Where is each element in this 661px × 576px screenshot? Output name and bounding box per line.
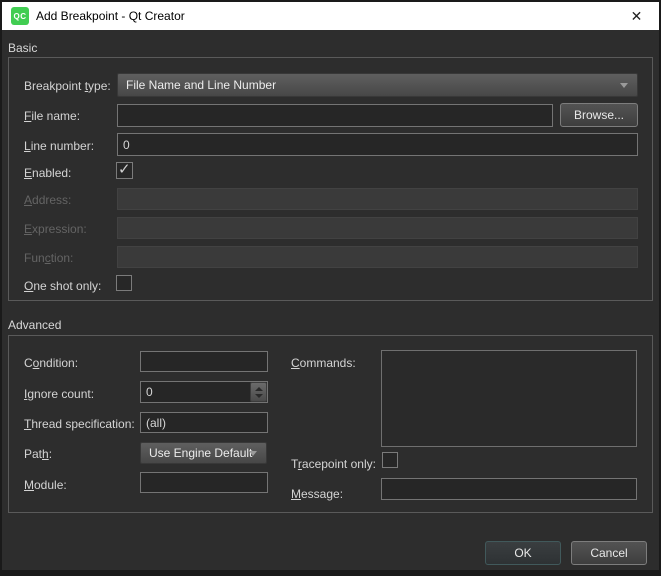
condition-input[interactable] (140, 351, 268, 372)
commands-label: Commands: (291, 356, 356, 370)
chevron-down-icon (620, 83, 628, 88)
ignore-count-input[interactable] (140, 381, 268, 403)
commands-textarea[interactable] (381, 350, 637, 447)
path-label: Path: (24, 447, 52, 461)
address-input (117, 188, 638, 210)
title-bar[interactable]: QC Add Breakpoint - Qt Creator ✕ (2, 2, 659, 30)
dialog-body: Basic Breakpoint type: File Name and Lin… (0, 30, 661, 576)
line-number-label: Line number: (24, 139, 94, 153)
breakpoint-type-label: Breakpoint type: (24, 79, 111, 93)
thread-specification-input[interactable] (140, 412, 268, 433)
tracepoint-only-label: Tracepoint only: (291, 457, 376, 471)
breakpoint-type-value: File Name and Line Number (126, 78, 276, 92)
module-input[interactable] (140, 472, 268, 493)
file-name-input[interactable] (117, 104, 553, 127)
module-label: Module: (24, 478, 67, 492)
file-name-label: File name: (24, 109, 80, 123)
one-shot-only-checkbox[interactable] (116, 275, 132, 291)
ignore-count-spinner[interactable] (250, 382, 267, 402)
cancel-button[interactable]: Cancel (571, 541, 647, 565)
thread-specification-label: Thread specification: (24, 417, 135, 431)
enabled-checkbox[interactable]: ✓ (116, 162, 133, 179)
browse-button[interactable]: Browse... (560, 103, 638, 127)
message-label: Message: (291, 487, 343, 501)
ok-button[interactable]: OK (485, 541, 561, 565)
tracepoint-only-checkbox[interactable] (382, 452, 398, 468)
line-number-input[interactable] (117, 133, 638, 156)
one-shot-only-label: One shot only: (24, 279, 101, 293)
expression-input (117, 217, 638, 239)
basic-group-label: Basic (8, 41, 37, 55)
expression-label: Expression: (24, 222, 87, 236)
close-icon[interactable]: ✕ (614, 2, 659, 30)
enabled-label: Enabled: (24, 166, 71, 180)
message-input[interactable] (381, 478, 637, 500)
check-icon: ✓ (118, 160, 131, 178)
advanced-group-label: Advanced (8, 318, 61, 332)
qt-creator-logo-icon: QC (11, 7, 29, 25)
chevron-down-icon (249, 451, 257, 456)
condition-label: Condition: (24, 356, 78, 370)
spin-up-icon[interactable] (255, 387, 263, 391)
spin-down-icon[interactable] (255, 394, 263, 398)
window-title: Add Breakpoint - Qt Creator (36, 9, 185, 23)
address-label: Address: (24, 193, 71, 207)
add-breakpoint-dialog: QC Add Breakpoint - Qt Creator ✕ Basic B… (0, 0, 661, 576)
ignore-count-label: Ignore count: (24, 387, 94, 401)
function-label: Function: (24, 251, 73, 265)
breakpoint-type-select[interactable]: File Name and Line Number (117, 73, 638, 97)
path-select[interactable]: Use Engine Default (140, 442, 267, 464)
path-value: Use Engine Default (149, 446, 252, 460)
function-input (117, 246, 638, 268)
